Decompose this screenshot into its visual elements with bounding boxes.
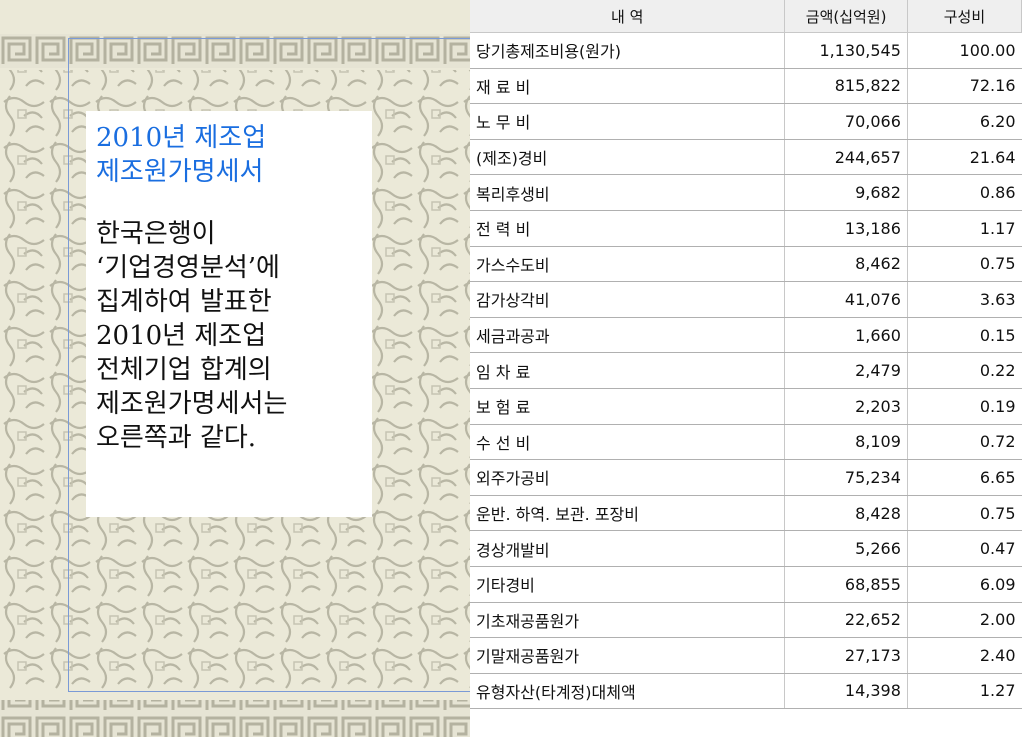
row-item-cell: 경상개발비 xyxy=(470,530,785,567)
row-amount-cell: 9,682 xyxy=(784,174,908,211)
row-ratio-cell: 100.00 xyxy=(906,32,1022,69)
row-amount-cell: 75,234 xyxy=(784,459,908,496)
row-item-cell: 노 무 비 xyxy=(470,103,785,140)
row-amount-cell: 27,173 xyxy=(784,637,908,674)
row-item-cell: 외주가공비 xyxy=(470,459,785,496)
slide-body-text: 한국은행이 ‘기업경영분석’에 집계하여 발표한 2010년 제조업 전체기업 … xyxy=(96,219,288,453)
row-ratio-cell: 2.00 xyxy=(906,602,1022,639)
row-ratio-cell: 0.75 xyxy=(906,246,1022,283)
row-item-cell: (제조)경비 xyxy=(470,139,785,176)
table-row: 운반. 하역. 보관. 포장비 8,428 0.75 xyxy=(470,495,1022,532)
cost-statement-table-container: 내 역 금액(십억원) 구성비 당기총제조비용(원가) 1,130,545 100.… xyxy=(470,0,1024,737)
row-amount-cell: 8,462 xyxy=(784,246,908,283)
row-item-cell: 기초재공품원가 xyxy=(470,602,785,639)
row-ratio-cell: 0.19 xyxy=(906,388,1022,425)
row-item-cell: 기말재공품원가 xyxy=(470,637,785,674)
row-item-cell: 복리후생비 xyxy=(470,174,785,211)
row-ratio-cell: 6.09 xyxy=(906,566,1022,603)
row-amount-cell: 22,652 xyxy=(784,602,908,639)
row-amount-cell: 815,822 xyxy=(784,68,908,105)
row-ratio-cell: 1.27 xyxy=(906,673,1022,710)
row-amount-cell: 1,130,545 xyxy=(784,32,908,69)
row-item-cell: 세금과공과 xyxy=(470,317,785,354)
header-ratio: 구성비 xyxy=(906,0,1023,33)
table-row: 경상개발비 5,266 0.47 xyxy=(470,530,1022,567)
table-row: 노 무 비 70,066 6.20 xyxy=(470,103,1022,140)
row-item-cell: 운반. 하역. 보관. 포장비 xyxy=(470,495,785,532)
header-amount: 금액(십억원) xyxy=(784,0,908,33)
row-amount-cell: 13,186 xyxy=(784,210,908,247)
table-row: 복리후생비 9,682 0.86 xyxy=(470,174,1022,211)
row-amount-cell: 2,203 xyxy=(784,388,908,425)
row-ratio-cell: 1.17 xyxy=(906,210,1022,247)
table-row: 수 선 비 8,109 0.72 xyxy=(470,424,1022,461)
row-item-cell: 감가상각비 xyxy=(470,281,785,318)
table-row: 유형자산(타계정)대체액 14,398 1.27 xyxy=(470,673,1022,710)
table-row: (제조)경비 244,657 21.64 xyxy=(470,139,1022,176)
row-item-cell: 임 차 료 xyxy=(470,352,785,389)
row-item-cell: 유형자산(타계정)대체액 xyxy=(470,673,785,710)
table-row: 감가상각비 41,076 3.63 xyxy=(470,281,1022,318)
row-ratio-cell: 0.22 xyxy=(906,352,1022,389)
table-row: 세금과공과 1,660 0.15 xyxy=(470,317,1022,354)
row-amount-cell: 68,855 xyxy=(784,566,908,603)
row-amount-cell: 70,066 xyxy=(784,103,908,140)
row-item-cell: 수 선 비 xyxy=(470,424,785,461)
row-ratio-cell: 3.63 xyxy=(906,281,1022,318)
table-row: 보 험 료 2,203 0.19 xyxy=(470,388,1022,425)
row-ratio-cell: 6.65 xyxy=(906,459,1022,496)
row-item-cell: 당기총제조비용(원가) xyxy=(470,32,785,69)
row-ratio-cell: 0.47 xyxy=(906,530,1022,567)
row-item-cell: 가스수도비 xyxy=(470,246,785,283)
row-item-cell: 전 력 비 xyxy=(470,210,785,247)
slide: 2010년 제조업 제조원가명세서 한국은행이 ‘기업경영분석’에 집계하여 발… xyxy=(0,0,1024,737)
row-ratio-cell: 21.64 xyxy=(906,139,1022,176)
row-ratio-cell: 0.86 xyxy=(906,174,1022,211)
slide-title: 2010년 제조업 제조원가명세서 xyxy=(96,123,267,187)
table-row: 가스수도비 8,462 0.75 xyxy=(470,246,1022,283)
row-ratio-cell: 6.20 xyxy=(906,103,1022,140)
table-row: 재 료 비 815,822 72.16 xyxy=(470,68,1022,105)
text-box: 2010년 제조업 제조원가명세서 한국은행이 ‘기업경영분석’에 집계하여 발… xyxy=(86,111,372,517)
row-item-cell: 재 료 비 xyxy=(470,68,785,105)
table-row: 외주가공비 75,234 6.65 xyxy=(470,459,1022,496)
row-amount-cell: 14,398 xyxy=(784,673,908,710)
row-amount-cell: 5,266 xyxy=(784,530,908,567)
table-row: 전 력 비 13,186 1.17 xyxy=(470,210,1022,247)
row-ratio-cell: 0.72 xyxy=(906,424,1022,461)
row-ratio-cell: 2.40 xyxy=(906,637,1022,674)
table-row: 당기총제조비용(원가) 1,130,545 100.00 xyxy=(470,32,1022,69)
table-row: 기타경비 68,855 6.09 xyxy=(470,566,1022,603)
header-item: 내 역 xyxy=(470,0,786,33)
row-amount-cell: 41,076 xyxy=(784,281,908,318)
cost-statement-table: 내 역 금액(십억원) 구성비 당기총제조비용(원가) 1,130,545 100.… xyxy=(470,0,1023,710)
row-ratio-cell: 72.16 xyxy=(906,68,1022,105)
table-row: 기초재공품원가 22,652 2.00 xyxy=(470,602,1022,639)
table-row: 임 차 료 2,479 0.22 xyxy=(470,352,1022,389)
row-amount-cell: 244,657 xyxy=(784,139,908,176)
row-amount-cell: 1,660 xyxy=(784,317,908,354)
row-amount-cell: 8,428 xyxy=(784,495,908,532)
row-amount-cell: 2,479 xyxy=(784,352,908,389)
table-row: 기말재공품원가 27,173 2.40 xyxy=(470,637,1022,674)
row-ratio-cell: 0.15 xyxy=(906,317,1022,354)
row-amount-cell: 8,109 xyxy=(784,424,908,461)
table-header-row: 내 역 금액(십억원) 구성비 xyxy=(470,0,1023,33)
row-item-cell: 보 험 료 xyxy=(470,388,785,425)
table-body: 당기총제조비용(원가) 1,130,545 100.00 재 료 비 815,822 72… xyxy=(470,32,1022,710)
row-ratio-cell: 0.75 xyxy=(906,495,1022,532)
row-item-cell: 기타경비 xyxy=(470,566,785,603)
